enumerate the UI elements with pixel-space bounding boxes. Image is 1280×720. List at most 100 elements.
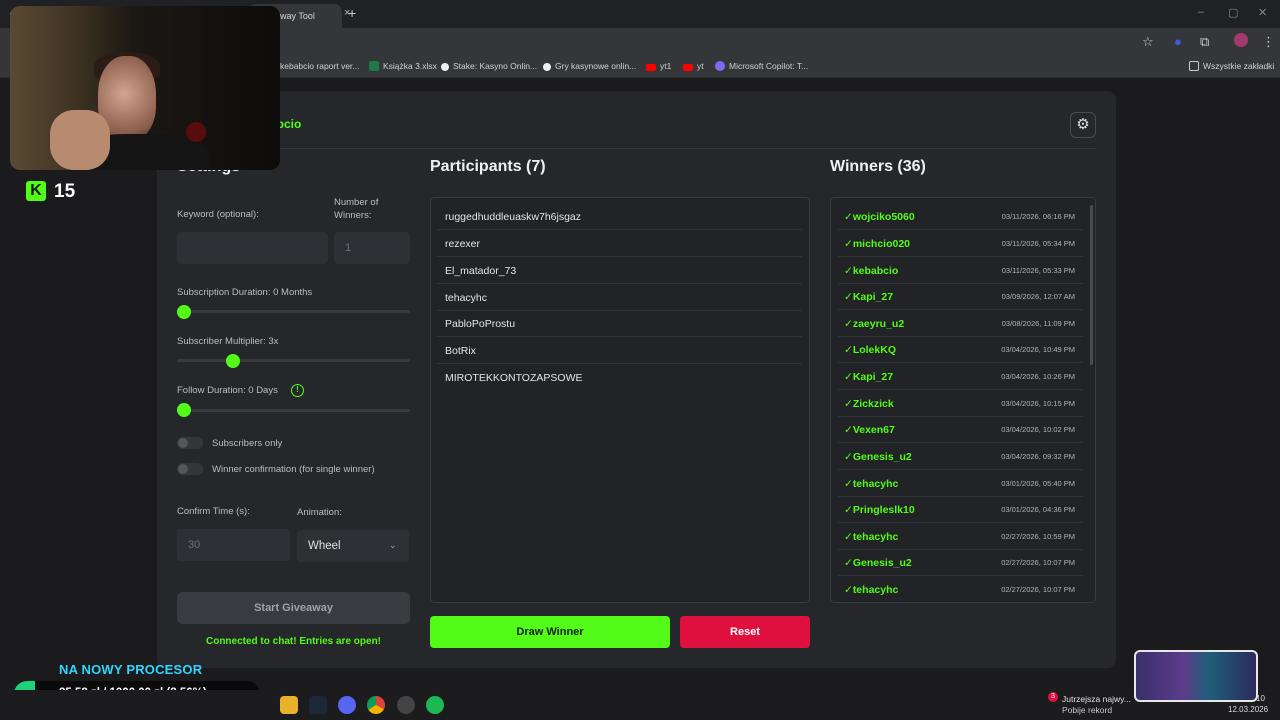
winner-row: ✓Vexen67 03/04/2026, 10:02 PM [838,417,1083,443]
draw-winner-button[interactable]: Draw Winner [430,616,670,648]
notification-title[interactable]: Jutrzejsza najwy... [1062,694,1131,704]
minimize-icon[interactable]: – [1198,6,1204,18]
chrome-icon[interactable] [367,696,385,714]
check-icon: ✓ [844,318,853,330]
bookmark-label: Microsoft Copilot: T... [729,61,809,71]
check-icon: ✓ [844,557,853,569]
donation-goal-title: NA NOWY PROCESOR [59,662,203,677]
winner-name: ✓LolekKQ [844,344,896,356]
new-tab-icon[interactable]: + [348,5,356,21]
check-icon: ✓ [844,291,853,303]
winner-row: ✓Genesis_u2 02/27/2026, 10:07 PM [838,550,1083,576]
connection-status: Connected to chat! Entries are open! [205,636,382,647]
check-icon: ✓ [844,504,853,516]
excel-icon [369,61,379,71]
file-explorer-icon[interactable] [280,696,298,714]
extension-icon[interactable]: ● [1174,34,1182,49]
bookmark-item[interactable]: Stake: Kasyno Onlin... [441,61,537,71]
winner-row: ✓Pringleslk10 03/01/2026, 04:36 PM [838,497,1083,523]
winner-date: 03/04/2026, 10:49 PM [1001,345,1075,354]
winner-date: 03/04/2026, 09:32 PM [1001,452,1075,461]
winner-date: 03/04/2026, 10:02 PM [1001,425,1075,434]
winners-title: Winners (36) [830,158,926,175]
discord-icon[interactable] [338,696,356,714]
extensions-puzzle-icon[interactable]: ⧉ [1200,34,1209,50]
participant-row: BotRix [437,338,802,364]
copilot-icon [715,61,725,71]
winner-date: 03/04/2026, 10:15 PM [1001,399,1075,408]
reset-button[interactable]: Reset [680,616,810,648]
check-icon: ✓ [844,211,853,223]
winner-name: ✓Kapi_27 [844,371,894,383]
bookmark-item[interactable]: yt [683,61,704,71]
winner-name: ✓Genesis_u2 [844,557,912,569]
all-bookmarks-folder[interactable]: Wszystkie zakładki [1189,61,1274,71]
winner-name: ✓Zickzick [844,398,894,410]
participants-title: Participants (7) [430,158,546,175]
confirm-time-input[interactable]: 30 [177,529,290,561]
info-icon[interactable]: ! [291,384,304,397]
winner-confirmation-label: Winner confirmation (for single winner) [212,464,375,475]
winner-confirmation-toggle[interactable] [177,463,203,475]
kick-logo-icon: K [26,181,46,201]
all-bookmarks-label: Wszystkie zakładki [1203,61,1275,71]
profile-avatar-icon[interactable] [1234,33,1248,47]
folder-icon [1189,61,1199,71]
number-of-winners-input[interactable]: 1 [334,232,410,264]
subscriber-multiplier-handle[interactable] [226,354,240,368]
winner-row: ✓zaeyru_u2 03/08/2026, 11:09 PM [838,311,1083,337]
winner-row: ✓michcio020 03/11/2026, 05:34 PM [838,231,1083,257]
number-of-winners-label: Number of Winners: [334,197,379,221]
clock-time[interactable]: 10 [1256,694,1265,703]
check-icon: ✓ [844,584,853,596]
check-icon: ✓ [844,238,853,250]
subscribers-only-toggle[interactable] [177,437,203,449]
start-giveaway-button[interactable]: Start Giveaway [177,592,410,624]
clock-date[interactable]: 12.03.2026 [1228,705,1268,714]
participant-row: ruggedhuddleuaskw7h6jsgaz [437,204,802,230]
subscription-duration-slider[interactable] [177,310,410,313]
follow-duration-slider[interactable] [177,409,410,412]
bookmark-star-icon[interactable]: ☆ [1142,34,1154,50]
winner-row: ✓Zickzick 03/04/2026, 10:15 PM [838,391,1083,417]
check-icon: ✓ [844,371,853,383]
bookmark-item[interactable]: Gry kasynowe onlin... [543,61,636,71]
settings-gear-icon[interactable]: ⚙ [1070,112,1096,138]
spotify-icon[interactable] [426,696,444,714]
winner-date: 03/11/2026, 05:33 PM [1001,266,1075,275]
app-icon[interactable] [397,696,415,714]
subscription-duration-label: Subscription Duration: 0 Months [177,287,313,298]
bookmark-label: yt1 [660,61,672,71]
bookmark-item[interactable]: Książka 3.xlsx [369,61,437,71]
subscribers-only-label: Subscribers only [212,438,283,449]
stake-icon [441,63,449,71]
confirm-time-label: Confirm Time (s): [177,506,250,517]
participant-row: tehacyhc [437,285,802,311]
youtube-icon [646,64,656,71]
winner-name: ✓kebabcio [844,265,899,277]
winner-name: ✓tehacyhc [844,531,899,543]
follow-duration-handle[interactable] [177,403,191,417]
winner-date: 02/27/2026, 10:07 PM [1001,585,1075,594]
subscriber-multiplier-slider[interactable] [177,359,410,362]
winners-scrollbar[interactable] [1090,205,1093,365]
winner-date: 02/27/2026, 10:59 PM [1001,532,1075,541]
winner-row: ✓wojciko5060 03/11/2026, 06:16 PM [838,204,1083,230]
winner-date: 03/09/2026, 12:07 AM [1001,292,1075,301]
check-icon: ✓ [844,478,853,490]
steam-icon[interactable] [309,696,327,714]
winner-name: ✓Kapi_27 [844,291,894,303]
participant-row: El_matador_73 [437,258,802,284]
check-icon: ✓ [844,531,853,543]
youtube-icon [683,64,693,71]
close-window-icon[interactable]: ✕ [1258,6,1267,19]
restore-icon[interactable]: ▢ [1228,6,1238,19]
bookmark-item[interactable]: yt1 [646,61,671,71]
bookmark-label: yt [697,61,704,71]
menu-kebab-icon[interactable]: ⋮ [1262,34,1275,50]
kick-viewer-count: 15 [54,181,76,202]
keyword-input[interactable] [177,232,328,264]
bookmark-item[interactable]: kebabcio raport ver... [280,61,359,71]
subscription-duration-handle[interactable] [177,305,191,319]
bookmark-item[interactable]: Microsoft Copilot: T... [715,61,808,71]
